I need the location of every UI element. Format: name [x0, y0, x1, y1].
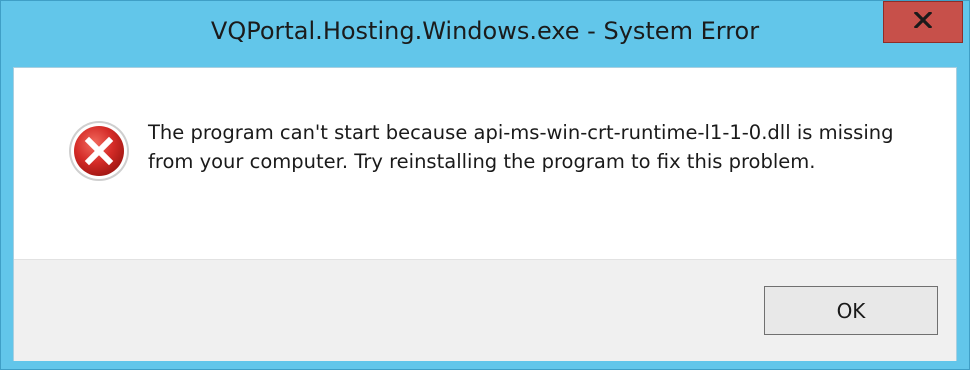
error-icon [68, 120, 130, 182]
title-bar[interactable]: VQPortal.Hosting.Windows.exe - System Er… [1, 1, 969, 67]
error-message: The program can't start because api-ms-w… [148, 121, 894, 173]
window-title: VQPortal.Hosting.Windows.exe - System Er… [210, 17, 760, 45]
ok-button[interactable]: OK [764, 286, 938, 335]
close-button[interactable] [883, 1, 963, 43]
error-dialog-window: VQPortal.Hosting.Windows.exe - System Er… [0, 0, 970, 370]
dialog-body: The program can't start because api-ms-w… [13, 67, 957, 361]
message-area: The program can't start because api-ms-w… [14, 68, 956, 259]
close-icon [913, 10, 933, 33]
button-area: OK [14, 259, 956, 361]
